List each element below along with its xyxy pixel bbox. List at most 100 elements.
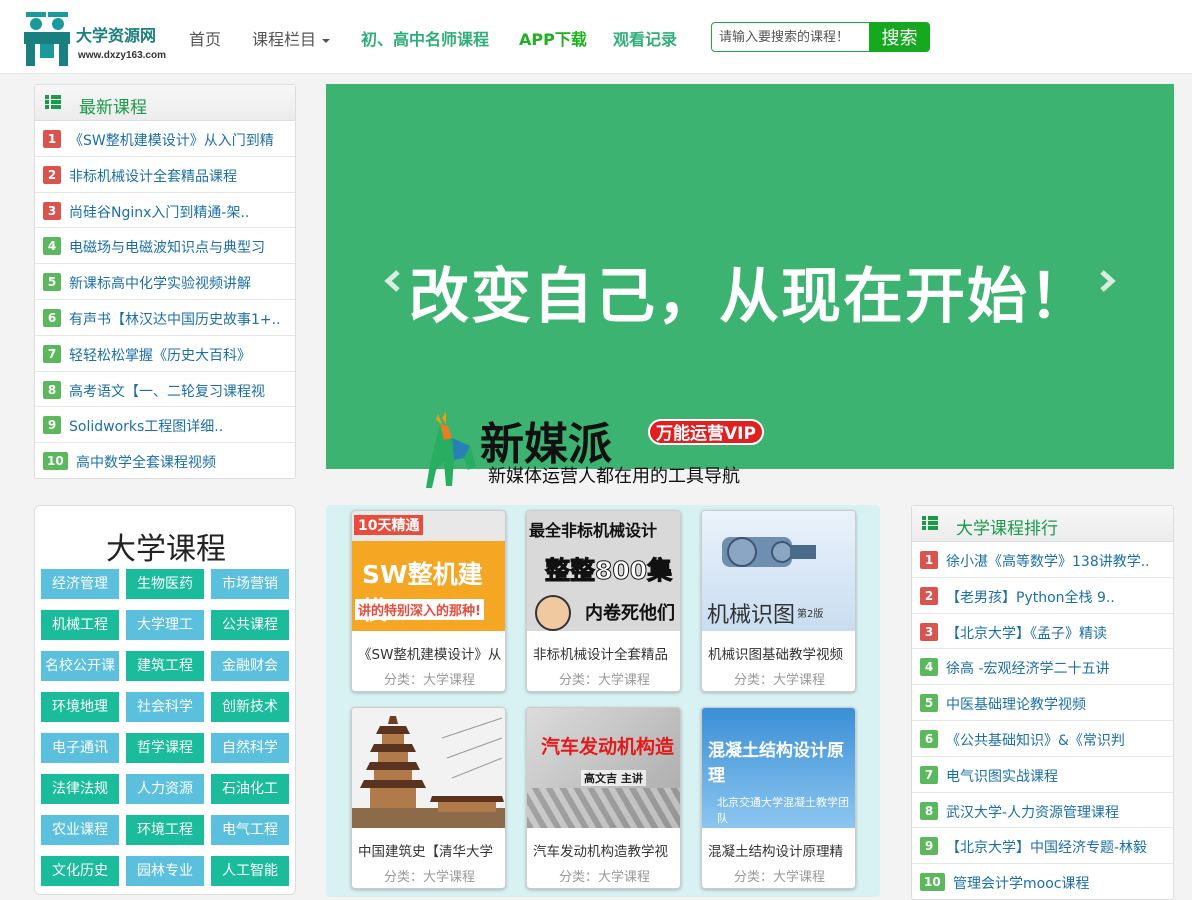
nav-app-download[interactable]: APP下载 bbox=[519, 26, 587, 50]
list-item-link[interactable]: 【北京大学】《孟子》精读 bbox=[946, 623, 1107, 643]
course-category: 分类：大学课程 bbox=[733, 870, 825, 885]
search-input[interactable] bbox=[711, 22, 870, 52]
list-item[interactable]: 2 非标机械设计全套精品课程 bbox=[35, 157, 295, 193]
category-button[interactable]: 建筑工程 bbox=[126, 651, 204, 681]
search-form: 搜索 bbox=[711, 22, 930, 52]
list-item[interactable]: 7 轻轻松松掌握《历史大百科》 bbox=[35, 336, 295, 372]
rank-number-badge: 5 bbox=[43, 273, 61, 292]
category-button[interactable]: 人力资源 bbox=[126, 774, 204, 804]
course-card[interactable]: 10天精通 SW整机建模 讲的特别深入的那种! 《SW整机建模设计》从 分类：大… bbox=[351, 510, 506, 692]
list-item-link[interactable]: 高考语文【一、二轮复习课程视 bbox=[69, 381, 265, 401]
category-button[interactable]: 机械工程 bbox=[41, 610, 119, 640]
list-item-link[interactable]: 中医基础理论教学视频 bbox=[946, 694, 1086, 714]
list-item[interactable]: 6 《公共基础知识》&《常识判 bbox=[912, 721, 1173, 757]
list-item[interactable]: 4 徐高 -宏观经济学二十五讲 bbox=[912, 649, 1173, 686]
list-item[interactable]: 8 武汉大学-人力资源管理课程 bbox=[912, 793, 1173, 829]
list-item-link[interactable]: 徐小湛《高等数学》138讲教学.. bbox=[946, 551, 1150, 571]
chevron-left-icon[interactable] bbox=[382, 270, 404, 292]
category-button[interactable]: 电子通讯 bbox=[41, 733, 119, 763]
course-title: 中国建筑史【清华大学 bbox=[358, 844, 493, 860]
category-button[interactable]: 公共课程 bbox=[211, 610, 289, 640]
course-title: 汽车发动机构造教学视 bbox=[533, 844, 668, 860]
panel-header: 最新课程 bbox=[35, 85, 295, 121]
course-card[interactable]: 汽车发动机构造 高文吉 主讲 汽车发动机构造教学视 分类：大学课程 bbox=[526, 707, 681, 889]
rank-number-badge: 9 bbox=[920, 837, 938, 856]
list-item[interactable]: 5 新课标高中化学实验视频讲解 bbox=[35, 264, 295, 300]
list-item[interactable]: 3 尚硅谷Nginx入门到精通-架.. bbox=[35, 193, 295, 229]
list-item-link[interactable]: 电磁场与电磁波知识点与典型习 bbox=[69, 237, 265, 257]
course-card[interactable]: 机械识图 第2版 机械识图基础教学视频 分类：大学课程 bbox=[701, 510, 856, 692]
list-item[interactable]: 7 电气识图实战课程 bbox=[912, 757, 1173, 793]
list-item-link[interactable]: 轻轻松松掌握《历史大百科》 bbox=[69, 345, 251, 365]
category-button[interactable]: 社会科学 bbox=[126, 692, 204, 722]
nav-categories-dropdown[interactable]: 课程栏目 bbox=[252, 26, 331, 50]
category-button[interactable]: 市场营销 bbox=[211, 569, 289, 599]
list-item-link[interactable]: 尚硅谷Nginx入门到精通-架.. bbox=[69, 202, 249, 222]
list-item-link[interactable]: 有声书【林汉达中国历史故事1+.. bbox=[69, 309, 281, 329]
list-item-link[interactable]: 徐高 -宏观经济学二十五讲 bbox=[946, 658, 1110, 678]
category-button[interactable]: 法律法规 bbox=[41, 774, 119, 804]
list-item[interactable]: 3 【北京大学】《孟子》精读 bbox=[912, 614, 1173, 650]
university-categories-panel: 大学课程 经济管理 生物医药 市场营销 机械工程 大学理工 公共课程 名校公开课 建筑工程 金融… bbox=[34, 505, 296, 895]
list-item[interactable]: 1 《SW整机建模设计》从入门到精 bbox=[35, 121, 295, 157]
category-button[interactable]: 生物医药 bbox=[126, 569, 204, 599]
category-button[interactable]: 人工智能 bbox=[211, 856, 289, 886]
site-logo[interactable]: 大学资源网 www.dxzy163.com bbox=[20, 10, 180, 66]
rank-number-badge: 8 bbox=[920, 801, 938, 820]
list-item-link[interactable]: 《SW整机建模设计》从入门到精 bbox=[69, 130, 274, 150]
category-button[interactable]: 电气工程 bbox=[211, 815, 289, 845]
ad-banner[interactable]: 新媒派 万能运营VIP 新媒体运营人都在用的工具导航 bbox=[418, 408, 778, 490]
list-item[interactable]: 8 高考语文【一、二轮复习课程视 bbox=[35, 372, 295, 408]
category-button[interactable]: 大学理工 bbox=[126, 610, 204, 640]
course-card[interactable]: 中国建筑史【清华大学 分类：大学课程 bbox=[351, 707, 506, 889]
list-item[interactable]: 1 徐小湛《高等数学》138讲教学.. bbox=[912, 542, 1173, 578]
latest-courses-panel: 最新课程 1 《SW整机建模设计》从入门到精 2 非标机械设计全套精品课程 3 尚硅谷Ng… bbox=[34, 84, 296, 479]
course-title: 非标机械设计全套精品 bbox=[533, 647, 668, 663]
chevron-right-icon[interactable] bbox=[1096, 270, 1118, 292]
list-item-link[interactable]: 管理会计学mooc课程 bbox=[953, 873, 1089, 893]
list-item-link[interactable]: 【北京大学】中国经济专题-林毅 bbox=[946, 837, 1147, 857]
list-item-link[interactable]: 高中数学全套课程视频 bbox=[76, 452, 216, 472]
category-button[interactable]: 经济管理 bbox=[41, 569, 119, 599]
category-button[interactable]: 创新技术 bbox=[211, 692, 289, 722]
category-button[interactable]: 名校公开课 bbox=[41, 651, 119, 681]
category-button[interactable]: 金融财会 bbox=[211, 651, 289, 681]
list-item[interactable]: 10 管理会计学mooc课程 bbox=[912, 864, 1173, 900]
category-button[interactable]: 环境地理 bbox=[41, 692, 119, 722]
nav-home[interactable]: 首页 bbox=[189, 26, 221, 50]
category-button[interactable]: 哲学课程 bbox=[126, 733, 204, 763]
panel-header: 大学课程排行 bbox=[912, 506, 1173, 542]
list-item-link[interactable]: 《公共基础知识》&《常识判 bbox=[946, 730, 1125, 750]
list-item[interactable]: 6 有声书【林汉达中国历史故事1+.. bbox=[35, 300, 295, 336]
category-button[interactable]: 文化历史 bbox=[41, 856, 119, 886]
course-card[interactable]: 混凝土结构设计原理 北京交通大学混凝土教学团队 混凝土结构设计原理精 分类：大学… bbox=[701, 707, 856, 889]
category-button[interactable]: 自然科学 bbox=[211, 733, 289, 763]
category-button[interactable]: 环境工程 bbox=[126, 815, 204, 845]
list-item-link[interactable]: 电气识图实战课程 bbox=[946, 766, 1058, 786]
search-button[interactable]: 搜索 bbox=[869, 22, 930, 52]
list-item-link[interactable]: 武汉大学-人力资源管理课程 bbox=[946, 802, 1119, 822]
course-title: 《SW整机建模设计》从 bbox=[358, 647, 502, 663]
thumb-subtitle: 北京交通大学混凝土教学团队 bbox=[717, 796, 849, 825]
list-item-link[interactable]: 【老男孩】Python全栈 9.. bbox=[946, 587, 1115, 607]
list-item-link[interactable]: Solidworks工程图详细.. bbox=[69, 416, 223, 436]
thumb-subtitle: 讲的特别深入的那种! bbox=[355, 599, 484, 620]
category-button[interactable]: 农业课程 bbox=[41, 815, 119, 845]
list-item-link[interactable]: 非标机械设计全套精品课程 bbox=[69, 166, 237, 186]
rank-number-badge: 7 bbox=[920, 765, 938, 784]
category-button[interactable]: 园林专业 bbox=[126, 856, 204, 886]
list-item[interactable]: 2 【老男孩】Python全栈 9.. bbox=[912, 578, 1173, 614]
list-item[interactable]: 9 Solidworks工程图详细.. bbox=[35, 407, 295, 444]
category-button[interactable]: 石油化工 bbox=[211, 774, 289, 804]
rank-number-badge: 2 bbox=[920, 586, 938, 605]
nav-teachers[interactable]: 初、高中名师课程 bbox=[361, 26, 489, 50]
nav-watch-history[interactable]: 观看记录 bbox=[613, 26, 677, 50]
rank-number-badge: 8 bbox=[43, 380, 61, 399]
list-item[interactable]: 10 高中数学全套课程视频 bbox=[35, 443, 295, 479]
list-item[interactable]: 4 电磁场与电磁波知识点与典型习 bbox=[35, 228, 295, 265]
list-item-link[interactable]: 新课标高中化学实验视频讲解 bbox=[69, 273, 251, 293]
list-item[interactable]: 9 【北京大学】中国经济专题-林毅 bbox=[912, 828, 1173, 865]
thumb-title: 整整800集 bbox=[544, 556, 673, 586]
course-card[interactable]: 最全非标机械设计 整整800集 内卷死他们 非标机械设计全套精品 分类：大学课程 bbox=[526, 510, 681, 692]
list-item[interactable]: 5 中医基础理论教学视频 bbox=[912, 685, 1173, 721]
